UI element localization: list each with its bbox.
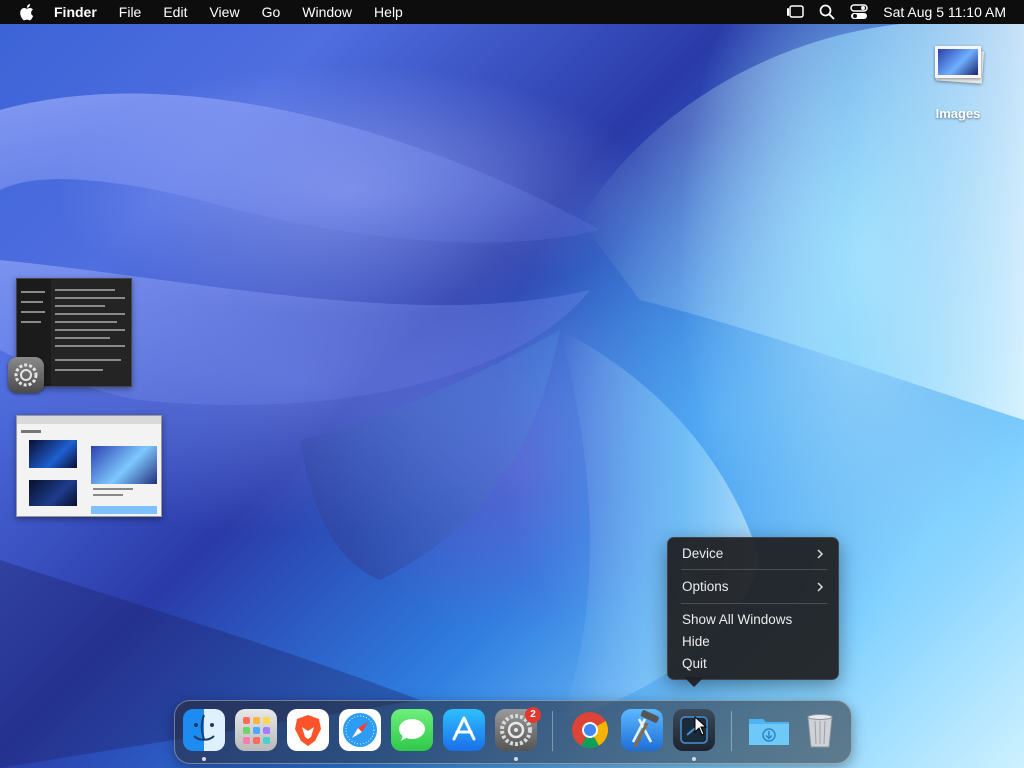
- dock-safari[interactable]: [339, 709, 381, 751]
- system-settings-app-icon: [8, 357, 44, 393]
- menu-go[interactable]: Go: [262, 0, 281, 24]
- mouse-cursor-icon: [694, 715, 708, 741]
- menu-item-quit[interactable]: Quit: [668, 653, 838, 675]
- launchpad-grid-icon: [243, 717, 270, 744]
- dock-brave[interactable]: [287, 709, 329, 751]
- wallpaper-petals: [0, 24, 1024, 768]
- notification-badge: 2: [525, 707, 541, 723]
- dock-context-menu: Device Options Show All Windows Hide Qui…: [667, 537, 839, 680]
- dock-chrome[interactable]: [569, 709, 611, 751]
- menu-window[interactable]: Window: [302, 0, 352, 24]
- stage-manager-icon[interactable]: [785, 0, 805, 24]
- browser-window-thumbnail[interactable]: [16, 415, 162, 517]
- xcode-hammer-icon: [631, 710, 659, 748]
- menu-file[interactable]: File: [119, 0, 142, 24]
- safari-compass-icon: [343, 713, 377, 747]
- desktop-wallpaper: [0, 0, 1024, 768]
- brave-lion-icon: [295, 715, 321, 746]
- search-icon[interactable]: [817, 0, 837, 24]
- menu-help[interactable]: Help: [374, 0, 403, 24]
- messages-bubble-icon: [399, 719, 425, 741]
- app-store-icon: [452, 716, 476, 741]
- control-center-icon[interactable]: [849, 0, 869, 24]
- menu-item-options[interactable]: Options: [668, 576, 838, 598]
- dock-xcode[interactable]: [621, 709, 663, 751]
- finder-icon: [193, 714, 215, 741]
- menu-clock[interactable]: Sat Aug 5 11:10 AM: [883, 0, 1006, 24]
- dock-downloads-folder[interactable]: [747, 709, 789, 751]
- desktop-icon-images[interactable]: Images: [926, 40, 990, 121]
- menu-app-name[interactable]: Finder: [54, 0, 97, 24]
- desktop-icon-label: Images: [935, 106, 981, 121]
- dock: 2: [174, 700, 852, 764]
- menu-item-device[interactable]: Device: [668, 543, 838, 565]
- dock-messages[interactable]: [391, 709, 433, 751]
- dock-trash[interactable]: [799, 709, 841, 751]
- chevron-right-icon: [816, 576, 824, 605]
- downloads-folder-icon: [749, 719, 789, 745]
- menu-bar: Finder File Edit View Go Window Help Sat…: [0, 0, 1024, 24]
- menu-view[interactable]: View: [209, 0, 239, 24]
- menu-item-show-all-windows[interactable]: Show All Windows: [668, 609, 838, 631]
- context-menu-pointer: [684, 677, 704, 687]
- trash-icon: [807, 714, 833, 748]
- menu-edit[interactable]: Edit: [163, 0, 187, 24]
- chevron-right-icon: [816, 543, 824, 572]
- image-folder-icon: [933, 44, 985, 84]
- dock-app-store[interactable]: [443, 709, 485, 751]
- apple-menu-icon[interactable]: [18, 0, 38, 24]
- menu-item-hide[interactable]: Hide: [668, 631, 838, 653]
- dock-launchpad[interactable]: [235, 709, 277, 751]
- chrome-icon: [572, 712, 609, 749]
- dock-finder[interactable]: [183, 709, 225, 751]
